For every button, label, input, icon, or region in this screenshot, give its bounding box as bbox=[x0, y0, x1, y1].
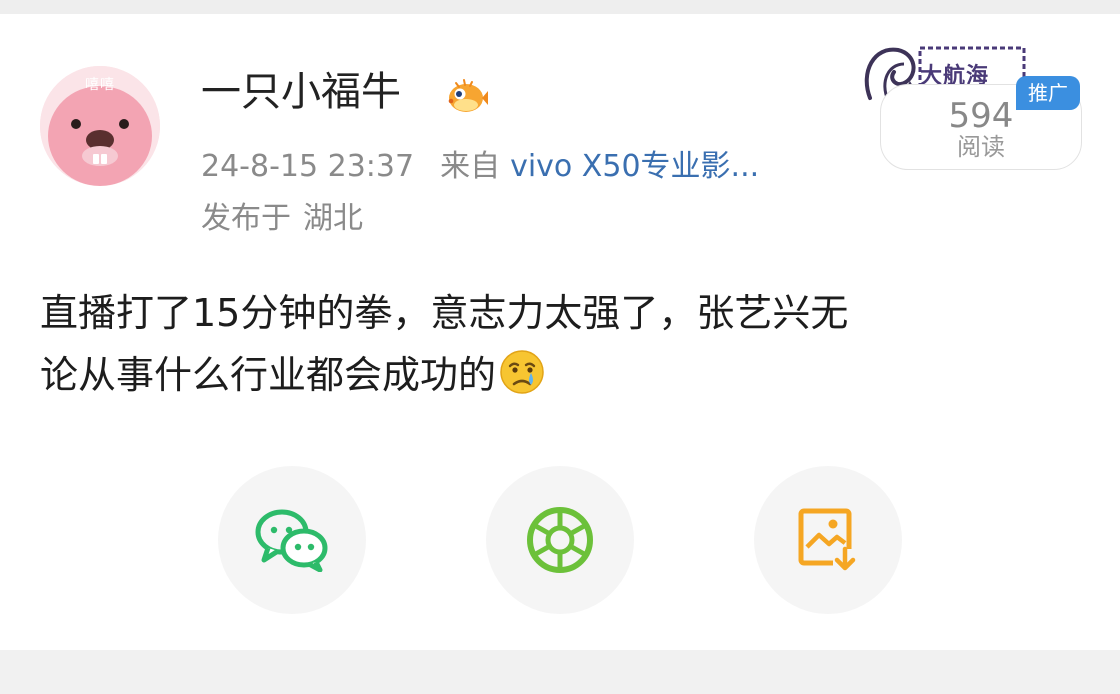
save-image-button[interactable] bbox=[754, 466, 902, 614]
top-divider bbox=[0, 0, 1120, 14]
share-wechat-button[interactable] bbox=[218, 466, 366, 614]
username[interactable]: 一只小福牛 bbox=[201, 72, 401, 112]
post-time: 24-8-15 23:37 bbox=[201, 149, 415, 184]
post-meta: 24-8-15 23:37 来自 vivo X50专业影... bbox=[201, 152, 759, 182]
post-content: 直播打了15分钟的拳，意志力太强了，张艺兴无 论从事什么行业都会成功的 bbox=[40, 282, 1080, 406]
avatar[interactable]: 嘻嘻 bbox=[40, 66, 160, 186]
avatar-label: 嘻嘻 bbox=[85, 77, 115, 93]
post-location: 发布于 湖北 bbox=[201, 204, 363, 234]
source-prefix: 来自 bbox=[440, 149, 501, 184]
promote-badge[interactable]: 推广 bbox=[1016, 76, 1080, 110]
post-text-line-2: 论从事什么行业都会成功的 bbox=[40, 353, 497, 397]
location-prefix: 发布于 bbox=[201, 201, 291, 236]
read-count-label: 阅读 bbox=[957, 133, 1005, 161]
post-text-line-1: 直播打了15分钟的拳，意志力太强了，张艺兴无 bbox=[40, 291, 849, 335]
wechat-icon bbox=[255, 509, 328, 572]
moments-icon bbox=[527, 507, 593, 573]
bottom-divider bbox=[0, 650, 1120, 694]
crying-face-emoji bbox=[500, 350, 544, 394]
post-text-line-2-wrap: 论从事什么行业都会成功的 bbox=[40, 344, 1080, 406]
pufferfish-badge-icon[interactable] bbox=[440, 74, 488, 118]
share-moments-button[interactable] bbox=[486, 466, 634, 614]
location-value: 湖北 bbox=[303, 201, 363, 236]
save-image-icon bbox=[798, 508, 857, 571]
device-source-link[interactable]: vivo X50专业影... bbox=[510, 149, 759, 184]
